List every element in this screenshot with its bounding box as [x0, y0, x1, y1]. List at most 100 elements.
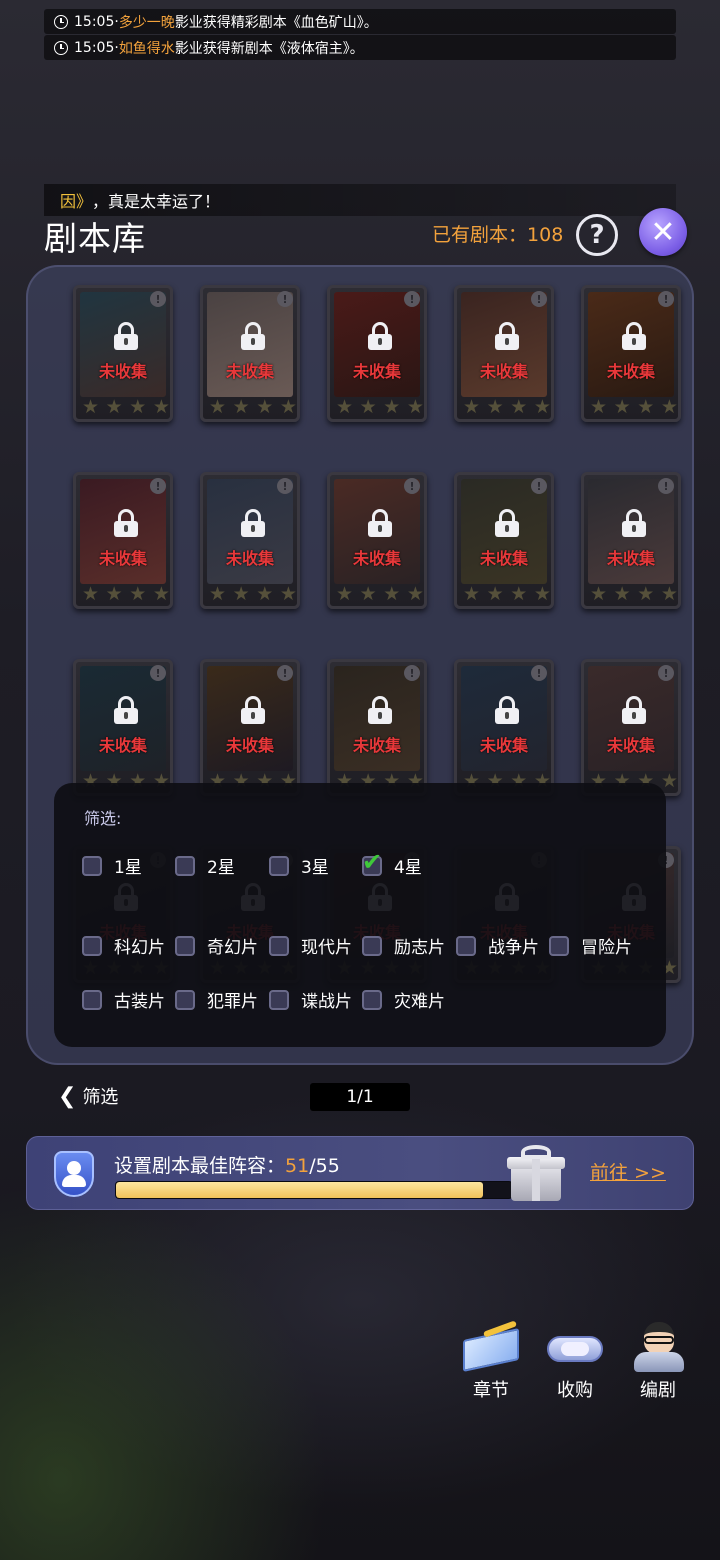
star-icon: ★: [336, 583, 354, 605]
script-card[interactable]: !未收集★★★★: [454, 659, 554, 796]
checkbox[interactable]: [82, 989, 102, 1010]
script-card[interactable]: !未收集★★★★: [73, 659, 173, 796]
star-icon: ★: [533, 583, 551, 605]
info-icon[interactable]: !: [531, 291, 547, 307]
card-status: 未收集: [352, 362, 401, 381]
question-mark-icon: ?: [589, 220, 605, 250]
genre-filter-option[interactable]: 灾难片: [362, 987, 445, 1012]
script-card[interactable]: !未收集★★★★: [200, 659, 300, 796]
script-card[interactable]: !未收集★★★★: [454, 472, 554, 609]
writers-button[interactable]: 编剧: [618, 1322, 698, 1402]
star-icon: ★: [383, 396, 401, 418]
star-icon: ★: [486, 583, 504, 605]
info-icon[interactable]: !: [531, 478, 547, 494]
info-icon[interactable]: !: [150, 665, 166, 681]
genre-filter-option[interactable]: 现代片: [269, 933, 352, 958]
genre-filter-option[interactable]: 谍战片: [269, 987, 352, 1012]
script-card[interactable]: !未收集★★★★: [581, 285, 681, 422]
ticker-text: 影业获得新剧本《液体宿主》。: [174, 40, 364, 57]
handshake-icon: [543, 1322, 607, 1372]
checkbox[interactable]: [362, 848, 382, 876]
script-card[interactable]: !未收集★★★★: [200, 285, 300, 422]
star-icon: ★: [152, 396, 170, 418]
script-card[interactable]: !未收集★★★★: [327, 472, 427, 609]
filter-toggle-button[interactable]: ❮ 筛选: [58, 1083, 118, 1109]
gift-box-icon[interactable]: [507, 1143, 567, 1205]
info-icon[interactable]: !: [277, 291, 293, 307]
checkbox[interactable]: [456, 935, 476, 956]
checkbox[interactable]: [175, 855, 195, 876]
genre-filter-option[interactable]: 战争片: [456, 933, 539, 958]
option-label: 科幻片: [114, 938, 165, 958]
goto-button[interactable]: 前往 >>: [590, 1158, 666, 1185]
genre-filter-option[interactable]: 犯罪片: [175, 987, 258, 1012]
star-icon: ★: [660, 583, 678, 605]
star-icon: ★: [209, 396, 227, 418]
star-icon: ★: [359, 396, 377, 418]
option-label: 冒险片: [581, 938, 632, 958]
script-card[interactable]: !未收集★★★★: [73, 472, 173, 609]
lock-icon: [241, 696, 265, 724]
checkbox[interactable]: [175, 989, 195, 1010]
card-stars: ★★★★: [463, 583, 551, 605]
info-icon[interactable]: !: [277, 478, 293, 494]
star-icon: ★: [279, 583, 297, 605]
checkbox[interactable]: [362, 989, 382, 1010]
genre-filter-option[interactable]: 励志片: [362, 933, 445, 958]
genre-filter-option[interactable]: 科幻片: [82, 933, 165, 958]
acquire-button[interactable]: 收购: [535, 1322, 615, 1402]
info-icon[interactable]: !: [531, 665, 547, 681]
checkbox[interactable]: [549, 935, 569, 956]
checkbox[interactable]: [175, 935, 195, 956]
checkbox[interactable]: [269, 935, 289, 956]
close-button[interactable]: ✕: [639, 208, 687, 256]
info-icon[interactable]: !: [404, 291, 420, 307]
script-card[interactable]: !未收集★★★★: [581, 472, 681, 609]
star-icon: ★: [232, 396, 250, 418]
card-status: 未收集: [98, 549, 147, 568]
genre-filter-option[interactable]: 古装片: [82, 987, 165, 1012]
lock-icon: [241, 509, 265, 537]
script-card[interactable]: !未收集★★★★: [454, 285, 554, 422]
lock-icon: [241, 322, 265, 350]
lock-icon: [368, 509, 392, 537]
genre-filter-option[interactable]: 奇幻片: [175, 933, 258, 958]
card-status: 未收集: [606, 736, 655, 755]
info-icon[interactable]: !: [150, 478, 166, 494]
info-icon[interactable]: !: [150, 291, 166, 307]
checkbox[interactable]: [269, 855, 289, 876]
option-label: 古装片: [114, 992, 165, 1012]
star-filter-option[interactable]: 4星: [362, 848, 422, 878]
star-filter-option[interactable]: 3星: [269, 853, 329, 878]
star-icon: ★: [590, 583, 608, 605]
info-icon[interactable]: !: [658, 665, 674, 681]
info-icon[interactable]: !: [404, 665, 420, 681]
card-status: 未收集: [479, 362, 528, 381]
script-card[interactable]: !未收集★★★★: [581, 659, 681, 796]
script-card[interactable]: !未收集★★★★: [327, 285, 427, 422]
ticker-player-name: 如鱼得水: [118, 40, 175, 57]
lucky-banner-text: ，真是太幸运了！: [92, 192, 221, 211]
script-card[interactable]: !未收集★★★★: [327, 659, 427, 796]
checkbox[interactable]: [82, 935, 102, 956]
genre-filter-option[interactable]: 冒险片: [549, 933, 632, 958]
info-icon[interactable]: !: [277, 665, 293, 681]
card-stars: ★★★★: [590, 583, 678, 605]
star-filter-option[interactable]: 2星: [175, 853, 235, 878]
star-filter-option[interactable]: 1星: [82, 853, 142, 878]
help-button[interactable]: ?: [576, 214, 618, 256]
star-icon: ★: [463, 396, 481, 418]
info-icon[interactable]: !: [658, 478, 674, 494]
info-icon[interactable]: !: [658, 291, 674, 307]
info-icon[interactable]: !: [404, 478, 420, 494]
script-card[interactable]: !未收集★★★★: [73, 285, 173, 422]
checkbox[interactable]: [362, 935, 382, 956]
star-icon: ★: [406, 396, 424, 418]
chapters-button[interactable]: 章节: [451, 1320, 531, 1402]
option-label: 犯罪片: [207, 992, 258, 1012]
star-icon: ★: [533, 396, 551, 418]
checkbox[interactable]: [82, 855, 102, 876]
checkbox[interactable]: [269, 989, 289, 1010]
script-card[interactable]: !未收集★★★★: [200, 472, 300, 609]
star-icon: ★: [336, 396, 354, 418]
